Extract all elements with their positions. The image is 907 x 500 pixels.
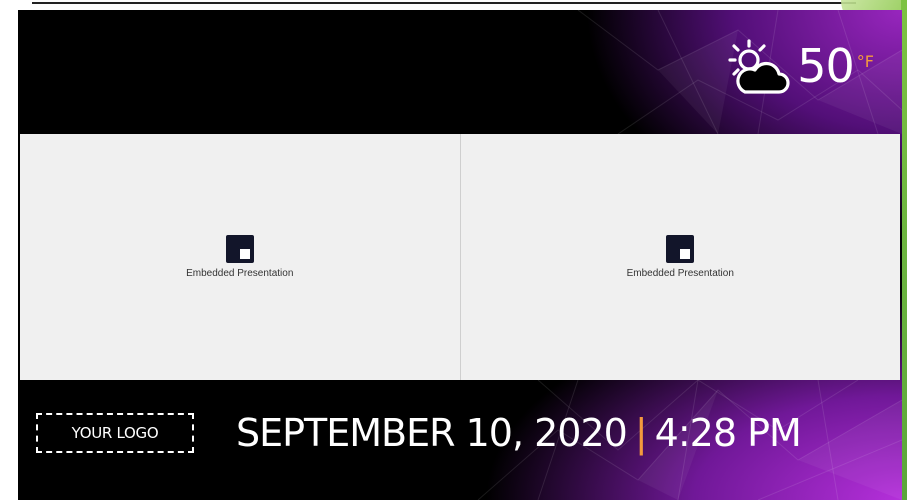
time-text: 4:28 PM xyxy=(654,411,802,455)
date-time-display: SEPTEMBER 10, 2020 | 4:28 PM xyxy=(236,408,802,458)
embedded-presentation-left[interactable]: Embedded Presentation xyxy=(20,134,460,380)
weather-widget: 50 °F xyxy=(723,38,874,98)
date-time-separator: | xyxy=(634,411,648,455)
embed-label: Embedded Presentation xyxy=(626,268,734,279)
embed-label: Embedded Presentation xyxy=(186,268,294,279)
logo-placeholder: YOUR LOGO xyxy=(36,413,194,453)
partly-cloudy-sun-icon xyxy=(728,39,790,94)
temperature-value: 50 xyxy=(797,39,855,93)
page: 50 °F Embedded Presentation Embedded Pre… xyxy=(0,0,907,500)
presentation-embed-icon xyxy=(666,235,695,263)
embedded-content-area: Embedded Presentation Embedded Presentat… xyxy=(20,134,900,380)
presentation-embed-icon xyxy=(225,235,254,263)
temperature-unit: °F xyxy=(856,52,874,71)
logo-text: YOUR LOGO xyxy=(71,424,159,442)
date-text: SEPTEMBER 10, 2020 xyxy=(236,411,628,455)
embedded-presentation-right[interactable]: Embedded Presentation xyxy=(459,134,900,380)
window-top-strip xyxy=(0,0,907,10)
top-border-line xyxy=(32,2,856,4)
